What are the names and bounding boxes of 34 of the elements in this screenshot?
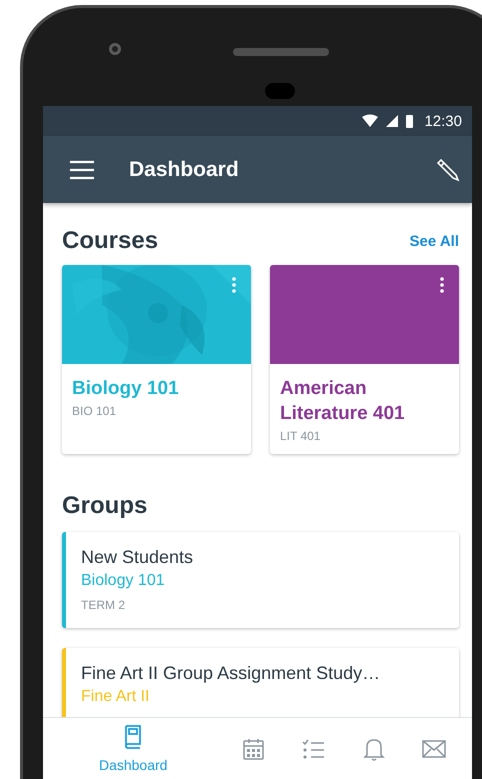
- group-name: Fine Art II Group Assignment Study…: [81, 662, 382, 685]
- section-heading: Groups: [62, 492, 148, 520]
- course-code: LIT 401: [280, 429, 322, 443]
- see-all-link[interactable]: See All: [410, 232, 459, 250]
- pencil-icon: [437, 158, 460, 182]
- sensor: [265, 83, 295, 99]
- menu-button[interactable]: [69, 160, 95, 180]
- screen-title: Dashboard: [129, 158, 240, 182]
- book-icon: [123, 724, 144, 748]
- menu-icon: [69, 160, 95, 180]
- wifi-icon: [361, 114, 380, 128]
- course-code: BIO 101: [72, 404, 118, 418]
- group-course: Biology 101: [81, 571, 166, 591]
- signal-icon: [385, 114, 400, 128]
- group-name: New Students: [81, 546, 194, 569]
- calendar-icon: [242, 738, 264, 760]
- camera-icon: [108, 42, 122, 56]
- group-term: TERM 2: [81, 598, 126, 612]
- course-name: Biology 101: [72, 377, 180, 401]
- more-icon: [440, 277, 444, 293]
- group-course: Fine Art II: [81, 687, 150, 707]
- edit-button[interactable]: [437, 158, 460, 182]
- bell-icon: [362, 736, 385, 760]
- clock-time: 12:30: [424, 112, 462, 130]
- envelope-icon: [422, 738, 446, 758]
- battery-icon: [405, 114, 414, 128]
- group-card[interactable]: Fine Art II Group Assignment Study… Fine Art II: [62, 648, 459, 717]
- checklist-icon: [302, 738, 326, 758]
- group-card[interactable]: New Students Biology 101 TERM 2: [62, 532, 459, 628]
- section-heading: Courses: [62, 227, 158, 255]
- more-icon: [232, 277, 236, 293]
- course-card[interactable]: American Literature 401 LIT 401: [270, 265, 459, 454]
- course-name: American Literature 401: [280, 377, 406, 426]
- more-button[interactable]: [440, 277, 444, 293]
